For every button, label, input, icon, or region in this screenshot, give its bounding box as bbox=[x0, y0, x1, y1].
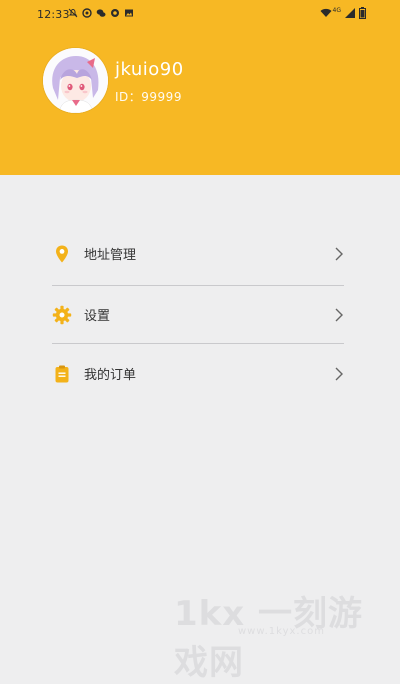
menu-item-label: 我的订单 bbox=[84, 368, 137, 383]
app-icon-circle bbox=[82, 8, 92, 18]
chevron-right-icon bbox=[335, 247, 343, 261]
status-time: 12:33 bbox=[37, 8, 70, 21]
avatar-image bbox=[43, 48, 108, 113]
bell-off-icon bbox=[68, 8, 78, 18]
gear-icon bbox=[52, 305, 72, 325]
username: jkuio90 bbox=[115, 59, 184, 80]
chevron-right-icon bbox=[335, 367, 343, 381]
status-bar: 12:33 4G bbox=[0, 0, 400, 28]
user-id: ID：99999 bbox=[115, 90, 182, 104]
chat-icon bbox=[96, 9, 106, 17]
signal-icon bbox=[345, 8, 355, 18]
profile-header: 12:33 4G jkuio90 ID：99999 bbox=[0, 0, 400, 175]
menu-divider bbox=[52, 285, 344, 286]
location-pin-icon bbox=[56, 245, 68, 263]
battery-icon bbox=[359, 7, 366, 19]
menu-divider bbox=[52, 343, 344, 344]
clipboard-icon bbox=[55, 365, 69, 383]
wifi-icon bbox=[320, 8, 332, 17]
menu-item-label: 地址管理 bbox=[84, 248, 137, 263]
network-type-label: 4G bbox=[332, 6, 341, 14]
status-icons-right: 4G bbox=[320, 7, 366, 19]
qq-icon bbox=[111, 9, 119, 17]
menu-item-label: 设置 bbox=[84, 309, 111, 324]
menu-item-settings[interactable]: 设置 bbox=[52, 295, 344, 335]
watermark-url: www.1kyx.com bbox=[238, 626, 325, 637]
avatar[interactable] bbox=[43, 48, 108, 113]
chevron-right-icon bbox=[335, 308, 343, 322]
image-icon bbox=[125, 9, 133, 17]
menu-item-my-orders[interactable]: 我的订单 bbox=[52, 354, 344, 394]
menu-item-address-management[interactable]: 地址管理 bbox=[52, 234, 344, 274]
status-icons-left bbox=[68, 8, 134, 18]
watermark: 1kx 一刻游戏网 www.1kyx.com bbox=[174, 586, 394, 683]
